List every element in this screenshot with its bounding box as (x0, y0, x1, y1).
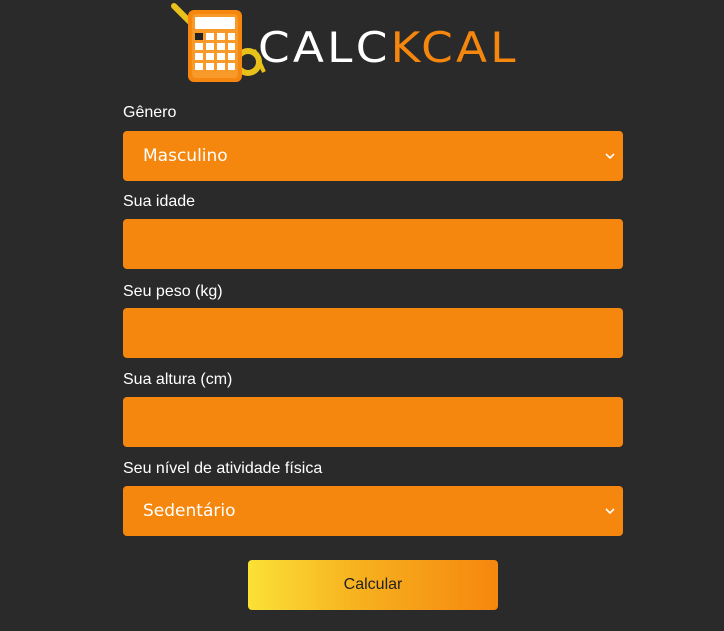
calculator-with-measuring-tape-icon (171, 3, 266, 82)
header: CALCKCAL (0, 0, 724, 90)
height-field (123, 397, 623, 447)
logo-text-kcal: KCAL (390, 23, 519, 72)
logo-text-calc: CALC (258, 23, 391, 72)
activity-select[interactable]: Sedentário (123, 486, 623, 536)
logo-text: CALCKCAL (258, 27, 519, 69)
age-label: Sua idade (123, 193, 196, 210)
weight-label: Seu peso (kg) (123, 283, 223, 300)
gender-select[interactable]: Masculino (123, 131, 623, 181)
height-label: Sua altura (cm) (123, 371, 233, 388)
weight-field (123, 308, 623, 358)
age-field (123, 219, 623, 269)
gender-select-value: Masculino (143, 146, 228, 166)
activity-select-value: Sedentário (143, 501, 236, 521)
chevron-down-icon (605, 508, 615, 515)
calculate-button[interactable]: Calcular (248, 560, 498, 610)
chevron-down-icon (605, 153, 615, 160)
age-input[interactable] (123, 219, 623, 269)
gender-label: Gênero (123, 104, 177, 121)
activity-label: Seu nível de atividade física (123, 460, 323, 477)
weight-input[interactable] (123, 308, 623, 358)
height-input[interactable] (123, 397, 623, 447)
